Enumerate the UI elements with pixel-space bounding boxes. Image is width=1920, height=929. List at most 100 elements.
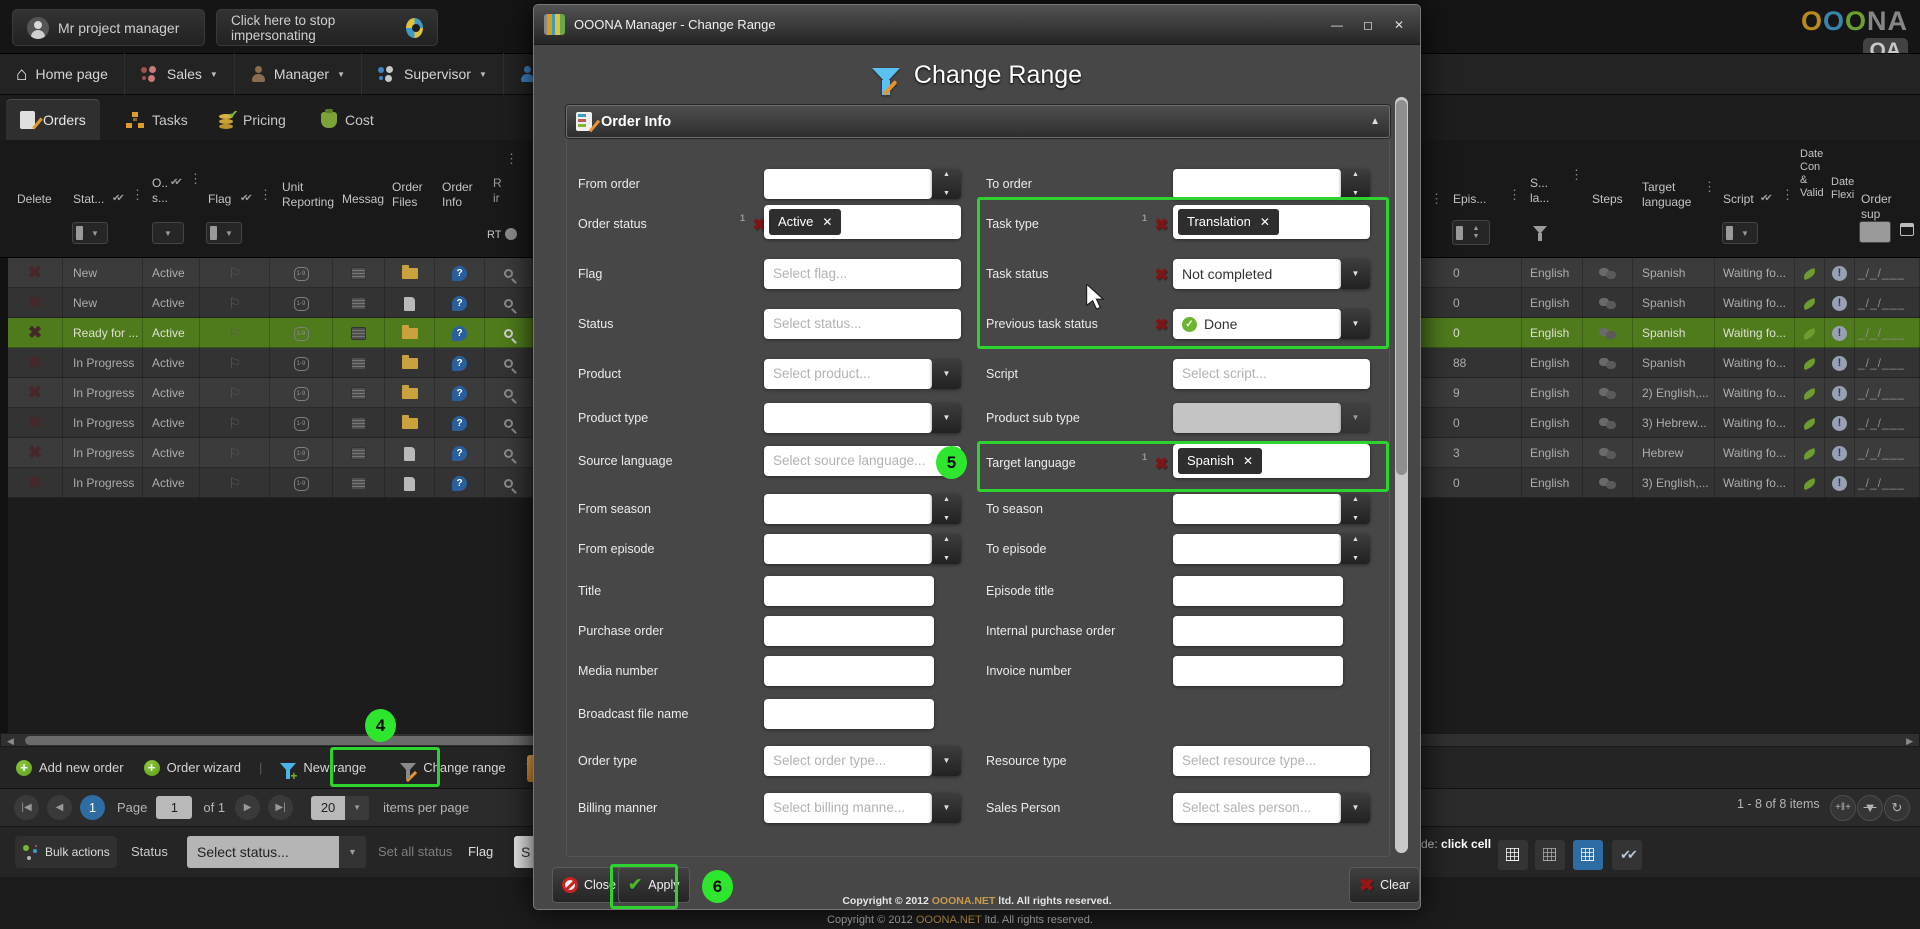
cell-target-language[interactable]: Spanish	[1633, 318, 1715, 348]
cell-steps[interactable]	[1583, 258, 1633, 288]
col-unit-reporting[interactable]: Unit Reporting	[282, 180, 340, 210]
fit-columns-button[interactable]: +‖+	[1830, 795, 1856, 821]
cell-order-sup[interactable]: _/_/___	[1855, 318, 1920, 348]
grid-menu-icon[interactable]: ⋮	[505, 156, 518, 161]
cell-source-language[interactable]: English	[1522, 438, 1583, 468]
delete-order-button[interactable]: ✖	[8, 438, 63, 468]
delete-order-button[interactable]: ✖	[8, 378, 63, 408]
cell-message[interactable]	[333, 408, 385, 438]
last-page-button[interactable]: ▶|	[268, 795, 293, 820]
cell-order-files[interactable]	[385, 318, 435, 348]
col-flag[interactable]: Flag	[208, 192, 231, 207]
status-menu-icon[interactable]: ⋮	[131, 192, 144, 197]
field-from-order-input[interactable]	[764, 169, 932, 199]
episode-filter-spinner[interactable]: ▲▼	[1452, 220, 1490, 245]
multi-check-button[interactable]: ✔✔	[1612, 840, 1642, 870]
cell-order-sup[interactable]: _/_/___	[1855, 378, 1920, 408]
flag-multiselect-icon[interactable]: ✔✔	[240, 193, 249, 204]
scroll-left-icon[interactable]: ◀	[7, 736, 14, 747]
cell-steps[interactable]	[1583, 348, 1633, 378]
tab-pricing[interactable]: Pricing	[205, 99, 300, 140]
col-order-sup[interactable]: Order sup	[1861, 192, 1913, 222]
cell-target-language[interactable]: Hebrew	[1633, 438, 1715, 468]
cell-order-status[interactable]: Active	[143, 288, 200, 318]
episode-menu-icon[interactable]: ⋮	[1508, 192, 1521, 197]
cell-search[interactable]	[485, 408, 533, 438]
cell-message[interactable]	[333, 258, 385, 288]
col-source-language[interactable]: S...la...	[1530, 176, 1549, 206]
field-product-combo[interactable]: Select product...	[764, 359, 932, 389]
cell-flag[interactable]: ⚐	[200, 348, 270, 378]
cell-search[interactable]	[485, 468, 533, 498]
cell-flag[interactable]: ⚐	[200, 288, 270, 318]
delete-order-button[interactable]: ✖	[8, 348, 63, 378]
cell-target-language[interactable]: Spanish	[1633, 288, 1715, 318]
cell-order-sup[interactable]: _/_/___	[1855, 468, 1920, 498]
cell-search[interactable]	[485, 258, 533, 288]
scrollbar-thumb[interactable]	[25, 736, 555, 745]
cell-flag[interactable]: ⚐	[200, 318, 270, 348]
cell-flag[interactable]: ⚐	[200, 468, 270, 498]
cell-order-files[interactable]	[385, 258, 435, 288]
field-purchase-order-input[interactable]	[764, 616, 934, 646]
field-product-dropdown-button[interactable]: ▼	[932, 359, 961, 389]
order-status-multiselect-icon[interactable]: ✔✔	[170, 177, 179, 188]
field-to-episode-spinner[interactable]: ▲▼	[1341, 534, 1370, 564]
add-new-order-button[interactable]: + Add new order	[6, 753, 134, 783]
cell-order-status[interactable]: Active	[143, 318, 200, 348]
col-target-language[interactable]: Target language	[1642, 180, 1704, 210]
cell-order-files[interactable]	[385, 378, 435, 408]
status-multiselect-icon[interactable]: ✔✔	[112, 193, 121, 204]
field-sales-person-dropdown-button[interactable]: ▼	[1341, 793, 1370, 823]
script-menu-icon[interactable]: ⋮	[1781, 192, 1794, 197]
cell-status[interactable]: In Progress	[63, 408, 143, 438]
field-from-season-spinner[interactable]: ▲▼	[932, 494, 961, 524]
field-to-order-spinner[interactable]: ▲▼	[1341, 169, 1370, 199]
cell-steps[interactable]	[1583, 318, 1633, 348]
cell-message[interactable]	[333, 348, 385, 378]
cell-date-flex[interactable]: !	[1825, 288, 1855, 318]
field-title-input[interactable]	[764, 576, 934, 606]
prev-page-button[interactable]: ◀	[47, 795, 72, 820]
field-episode-title-input[interactable]	[1173, 576, 1343, 606]
tab-orders[interactable]: Orders	[6, 99, 100, 140]
cell-order-sup[interactable]: _/_/___	[1855, 408, 1920, 438]
current-page-indicator[interactable]: 1	[80, 795, 105, 820]
col-status[interactable]: Stat...	[73, 192, 104, 207]
order-status-filter-dropdown[interactable]: ▼	[152, 222, 184, 244]
cell-unit-reporting[interactable]: 1-9	[270, 378, 333, 408]
cell-steps[interactable]	[1583, 288, 1633, 318]
cell-flag[interactable]: ⚐	[200, 408, 270, 438]
field-from-episode-spinner[interactable]: ▲▼	[932, 534, 961, 564]
nav-item-sales[interactable]: Sales▼	[125, 53, 235, 95]
col-order-info[interactable]: Order Info	[442, 180, 482, 210]
flag-menu-icon[interactable]: ⋮	[259, 192, 272, 197]
cell-unit-reporting[interactable]: 1-9	[270, 258, 333, 288]
page-size-select[interactable]: 20 ▼	[311, 796, 369, 820]
grid-select-button[interactable]	[1535, 840, 1565, 870]
cell-date-con-valid[interactable]	[1795, 288, 1825, 318]
field-media-number-input[interactable]	[764, 656, 934, 686]
cell-message[interactable]	[333, 468, 385, 498]
script-multiselect-icon[interactable]: ✔✔	[1760, 193, 1769, 204]
cell-target-language[interactable]: Spanish	[1633, 258, 1715, 288]
cell-date-con-valid[interactable]	[1795, 468, 1825, 498]
cell-date-con-valid[interactable]	[1795, 378, 1825, 408]
maximize-button[interactable]: ◻	[1357, 18, 1379, 32]
cell-target-language[interactable]: Spanish	[1633, 348, 1715, 378]
field-resource-type-select[interactable]: Select resource type...	[1173, 746, 1370, 776]
cell-order-sup[interactable]: _/_/___	[1855, 288, 1920, 318]
delete-order-button[interactable]: ✖	[8, 468, 63, 498]
cell-steps[interactable]	[1583, 438, 1633, 468]
cell-order-info[interactable]: ?	[435, 408, 485, 438]
cell-order-info[interactable]: ?	[435, 468, 485, 498]
order-sup-filter-input[interactable]	[1859, 221, 1891, 243]
cell-flag[interactable]: ⚐	[200, 258, 270, 288]
field-to-episode-input[interactable]	[1173, 534, 1341, 564]
cell-unit-reporting[interactable]: 1-9	[270, 408, 333, 438]
stop-impersonating-button[interactable]: Click here to stop impersonating	[216, 9, 438, 46]
cell-status[interactable]: Ready for ...	[63, 318, 143, 348]
calendar-icon[interactable]	[1900, 223, 1914, 236]
cell-order-info[interactable]: ?	[435, 258, 485, 288]
cell-source-language[interactable]: English	[1522, 408, 1583, 438]
